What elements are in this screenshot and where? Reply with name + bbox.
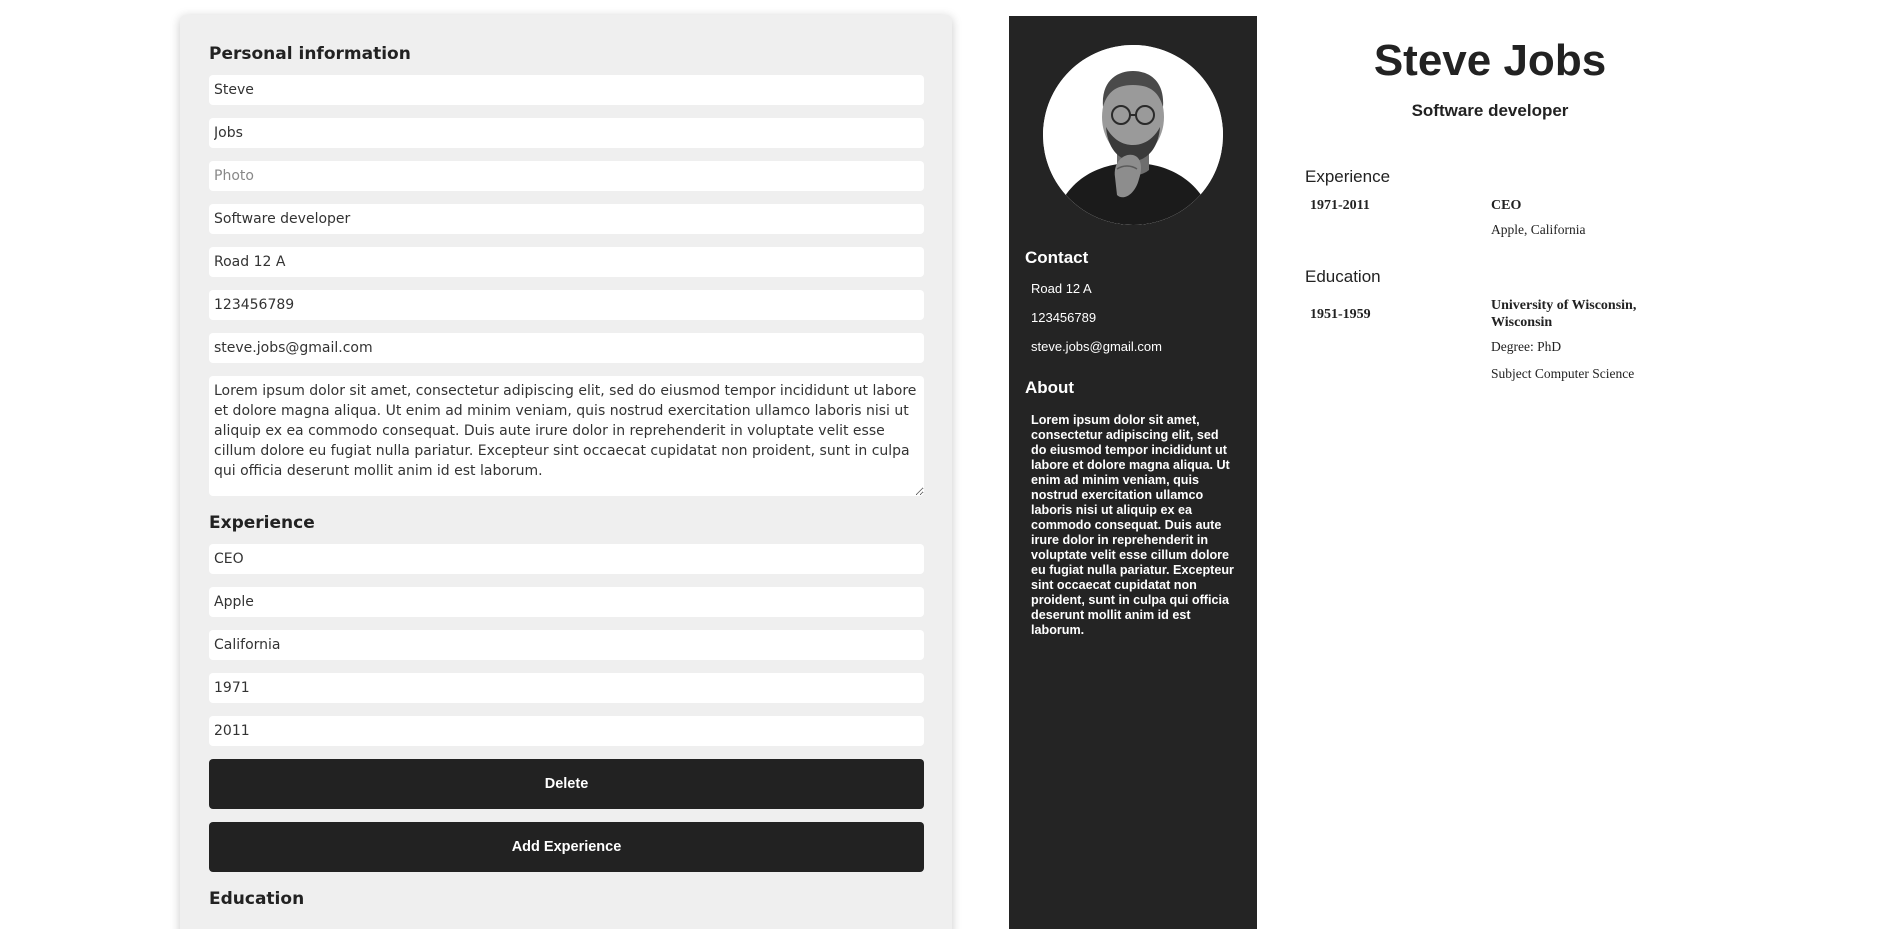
- title-input[interactable]: [209, 204, 924, 234]
- cv-education-heading: Education: [1305, 267, 1381, 286]
- company-input[interactable]: [209, 587, 924, 617]
- cv-experience-heading: Experience: [1305, 167, 1391, 186]
- cv-education-period: 1951-1959: [1310, 307, 1371, 322]
- personal-info-heading: Personal information: [209, 44, 411, 64]
- cv-about-text: Lorem ipsum dolor sit amet, consectetur …: [1031, 413, 1234, 637]
- delete-button[interactable]: Delete: [209, 759, 924, 809]
- cv-education-university: University of Wisconsin, Wisconsin: [1491, 298, 1637, 330]
- to-input[interactable]: [209, 716, 924, 746]
- first-name-input[interactable]: [209, 75, 924, 105]
- last-name-input[interactable]: [209, 118, 924, 148]
- photo-input[interactable]: [209, 161, 924, 191]
- cv-name: Steve Jobs: [1373, 36, 1607, 85]
- cv-editor-panel: Personal information Lorem ipsum dolor s…: [180, 15, 952, 929]
- cv-education-subject: Subject Computer Science: [1491, 366, 1635, 381]
- contact-heading: Contact: [1025, 248, 1089, 267]
- experience-heading: Experience: [209, 513, 315, 533]
- cv-address: Road 12 A: [1031, 281, 1092, 296]
- education-heading: Education: [209, 889, 305, 909]
- add-experience-button[interactable]: Add Experience: [209, 822, 924, 872]
- profile-photo: [1043, 45, 1223, 225]
- portrait-image: [1043, 45, 1223, 225]
- position-input[interactable]: [209, 544, 924, 574]
- cv-experience-company: Apple, California: [1491, 222, 1586, 237]
- address-input[interactable]: [209, 247, 924, 277]
- cv-experience-position: CEO: [1491, 198, 1522, 213]
- city-input[interactable]: [209, 630, 924, 660]
- about-textarea[interactable]: Lorem ipsum dolor sit amet, consectetur …: [209, 376, 924, 496]
- cv-main: Steve Jobs Software developer Experience…: [1305, 16, 1685, 916]
- cv-phone: 123456789: [1031, 310, 1097, 325]
- phone-input[interactable]: [209, 290, 924, 320]
- about-heading: About: [1025, 378, 1075, 397]
- from-input[interactable]: [209, 673, 924, 703]
- cv-title: Software developer: [1411, 101, 1569, 120]
- cv-email: steve.jobs@gmail.com: [1031, 339, 1162, 354]
- email-input[interactable]: [209, 333, 924, 363]
- cv-sidebar: Contact Road 12 A 123456789 steve.jobs@g…: [1009, 16, 1257, 929]
- cv-experience-period: 1971-2011: [1310, 198, 1370, 213]
- cv-education-degree: Degree: PhD: [1491, 339, 1562, 354]
